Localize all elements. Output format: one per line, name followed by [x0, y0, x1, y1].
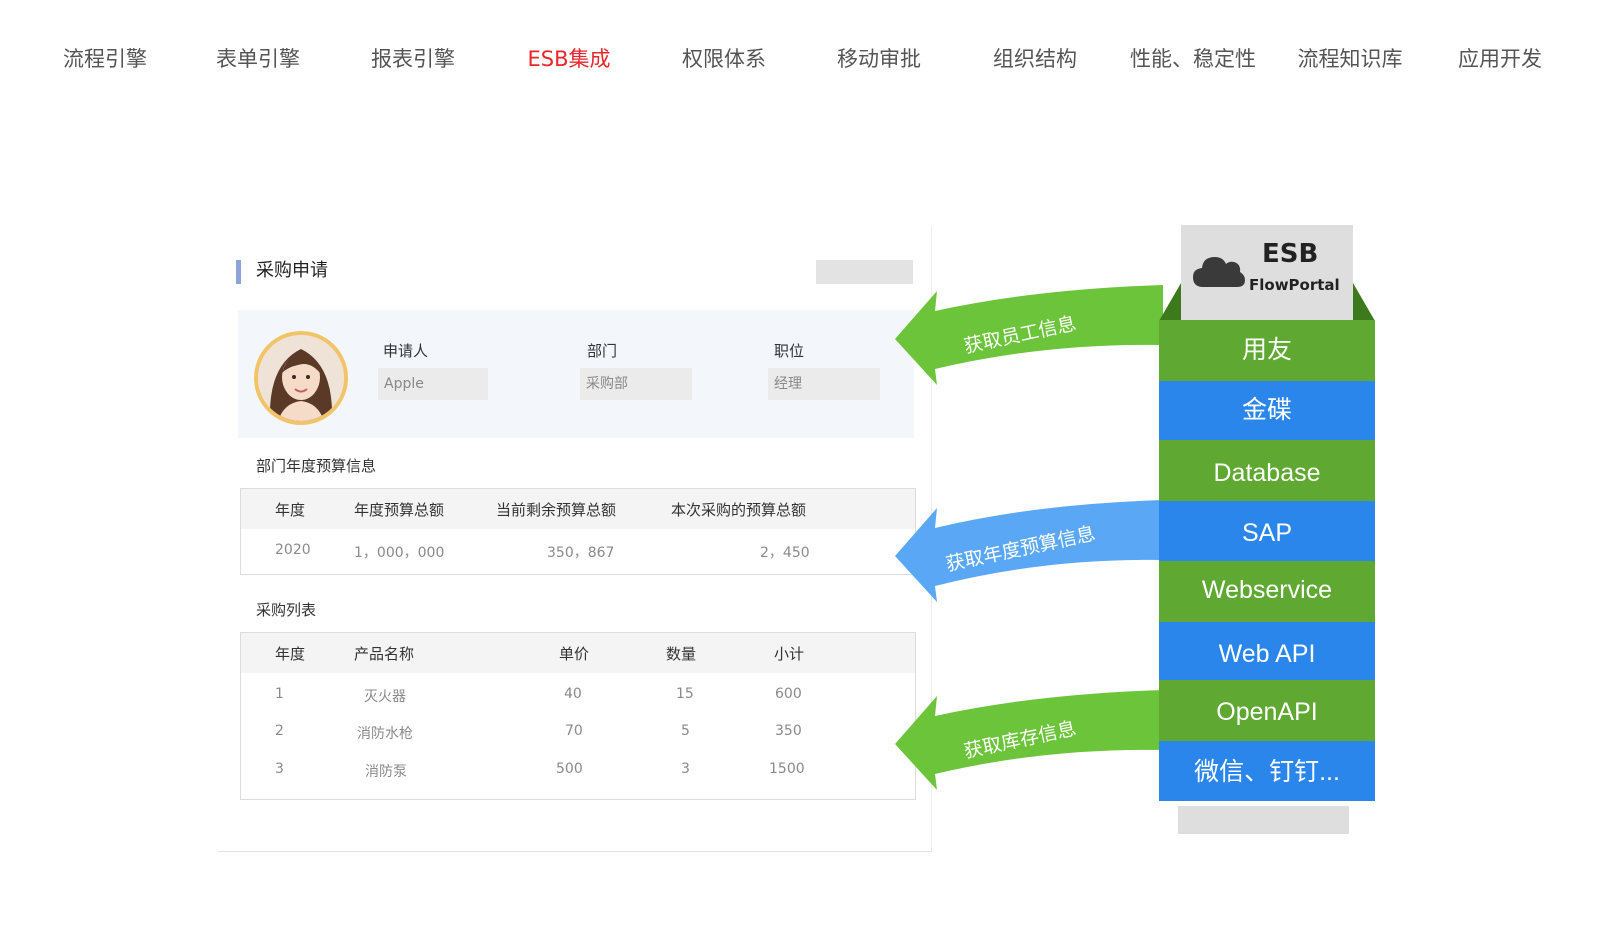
esb-layer-database: Database [1159, 440, 1375, 501]
department-label: 部门 [587, 342, 618, 360]
table-cell: 2 [275, 723, 284, 739]
column-header: 年度 [275, 645, 306, 663]
table-cell: 350 [775, 723, 802, 739]
applicant-section: 申请人 Apple 部门 采购部 职位 经理 [238, 310, 914, 438]
table-cell: 1，000，000 [354, 545, 445, 561]
form-title: 采购申请 [256, 260, 328, 281]
table-cell: 消防水枪 [357, 726, 413, 742]
table-cell: 350，867 [547, 545, 615, 561]
nav-tab-report-engine[interactable]: 报表引擎 [358, 42, 468, 76]
column-header: 年度预算总额 [354, 501, 445, 519]
nav-tab-org-structure[interactable]: 组织结构 [980, 42, 1090, 76]
nav-tab-form-engine[interactable]: 表单引擎 [203, 42, 313, 76]
table-cell: 1500 [769, 761, 805, 777]
purchase-form-card: 采购申请 申请人 Apple 部门 采购部 职位 经理 部门年度预算信息 年度 … [218, 226, 932, 852]
nav-tab-permissions[interactable]: 权限体系 [669, 42, 779, 76]
table-cell: 灭火器 [364, 689, 406, 705]
table-cell: 2020 [275, 542, 311, 558]
avatar [254, 331, 348, 425]
nav-tab-app-dev[interactable]: 应用开发 [1445, 42, 1555, 76]
esb-layer-web-api: Web API [1159, 622, 1375, 680]
cloud-icon [1193, 257, 1245, 287]
column-header: 产品名称 [354, 645, 415, 663]
top-nav: 流程引擎 表单引擎 报表引擎 ESB集成 权限体系 移动审批 组织结构 性能、稳… [0, 0, 1600, 120]
column-header: 本次采购的预算总额 [671, 501, 807, 519]
table-cell: 1 [275, 686, 284, 702]
table-cell: 500 [556, 761, 583, 777]
esb-layer-openapi: OpenAPI [1159, 680, 1375, 741]
esb-head: ESB FlowPortal [1181, 225, 1353, 320]
nav-tab-mobile-approval[interactable]: 移动审批 [824, 42, 934, 76]
applicant-label: 申请人 [383, 342, 429, 360]
table-cell: 消防泵 [365, 764, 407, 780]
table-cell: 70 [565, 723, 583, 739]
section-marker [236, 260, 241, 284]
esb-title: ESB [1262, 239, 1319, 269]
column-header: 当前剩余预算总额 [496, 501, 617, 519]
esb-subtitle: FlowPortal [1249, 276, 1340, 294]
esb-layer-sap: SAP [1159, 501, 1375, 561]
nav-tab-esb[interactable]: ESB集成 [514, 42, 624, 76]
budget-table: 年度 年度预算总额 当前剩余预算总额 本次采购的预算总额 2020 1，000，… [240, 488, 916, 575]
column-header: 年度 [275, 501, 306, 519]
table-cell: 3 [681, 761, 690, 777]
table-cell: 40 [564, 686, 582, 702]
table-cell: 3 [275, 761, 284, 777]
position-label: 职位 [774, 342, 805, 360]
esb-layer-wechat-dingtalk: 微信、钉钉... [1159, 741, 1375, 801]
department-field[interactable]: 采购部 [580, 368, 692, 400]
purchase-section-title: 采购列表 [256, 601, 317, 619]
nav-tab-knowledge-base[interactable]: 流程知识库 [1280, 42, 1420, 76]
table-cell: 15 [676, 686, 694, 702]
table-cell: 5 [681, 723, 690, 739]
avatar-image [258, 335, 344, 421]
purchase-table: 年度 产品名称 单价 数量 小计 1 灭火器 40 15 600 2 消防水枪 … [240, 632, 916, 800]
column-header: 数量 [666, 645, 697, 663]
esb-layer-webservice: Webservice [1159, 561, 1375, 622]
budget-section-title: 部门年度预算信息 [256, 457, 377, 475]
esb-stack-base [1178, 806, 1349, 834]
esb-layer-yonyou: 用友 [1159, 320, 1375, 381]
nav-tab-process-engine[interactable]: 流程引擎 [50, 42, 160, 76]
applicant-field[interactable]: Apple [378, 368, 488, 400]
position-field[interactable]: 经理 [768, 368, 880, 400]
table-cell: 2，450 [760, 545, 810, 561]
form-action-placeholder[interactable] [816, 260, 913, 284]
esb-layer-kingdee: 金碟 [1159, 381, 1375, 440]
nav-tab-performance[interactable]: 性能、稳定性 [1118, 42, 1268, 76]
table-cell: 600 [775, 686, 802, 702]
column-header: 小计 [774, 645, 805, 663]
column-header: 单价 [559, 645, 590, 663]
